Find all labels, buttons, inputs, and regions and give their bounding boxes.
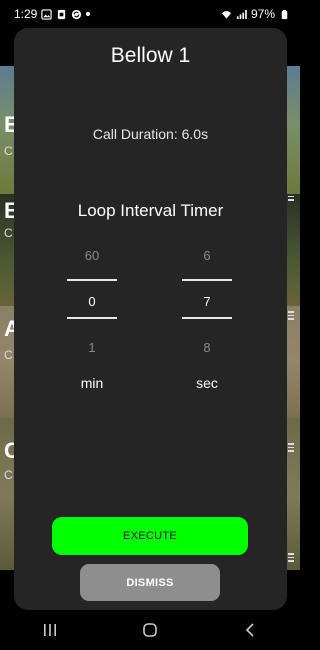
call-duration-text: Call Duration: 6.0s <box>92 126 209 142</box>
back-icon <box>245 623 254 637</box>
minutes-picker[interactable]: 60 0 1 min <box>62 238 122 428</box>
minutes-current-value[interactable]: 0 <box>62 294 122 309</box>
recent-apps-button[interactable] <box>30 615 70 645</box>
menu-icon[interactable] <box>288 443 294 453</box>
menu-icon[interactable] <box>288 553 294 563</box>
recent-apps-icon <box>44 624 56 636</box>
execute-button[interactable]: EXECUTE <box>52 517 248 555</box>
sync-icon <box>72 9 82 19</box>
seconds-prev-value[interactable]: 6 <box>177 248 237 263</box>
wifi-icon <box>221 10 232 19</box>
picker-divider <box>67 279 117 281</box>
menu-icon[interactable] <box>288 194 294 202</box>
status-time: 1:29 <box>14 7 38 21</box>
picker-divider <box>67 317 117 319</box>
list-item-subtitle: C <box>4 468 13 482</box>
seconds-unit-label: sec <box>196 375 218 391</box>
picker-divider <box>182 317 232 319</box>
battery-percent: 97% <box>250 7 275 21</box>
signal-icon <box>236 9 247 19</box>
dismiss-button[interactable]: DISMISS <box>80 564 220 601</box>
picker-divider <box>182 279 232 281</box>
home-icon <box>143 623 157 637</box>
seconds-current-value[interactable]: 7 <box>177 294 237 309</box>
minutes-unit-label: min <box>80 375 104 391</box>
home-button[interactable] <box>130 615 170 645</box>
menu-icon[interactable] <box>288 311 294 321</box>
status-left: 1:29 <box>14 7 91 21</box>
seconds-next-value[interactable]: 8 <box>177 340 237 355</box>
list-item-subtitle: C <box>4 144 13 158</box>
status-bar: 1:29 97% <box>0 0 300 28</box>
notification-dot-icon <box>86 12 91 16</box>
status-right: 97% <box>221 7 290 21</box>
screen: 1:29 97% E C E C A C C C Bellow 1 Call D… <box>0 0 300 650</box>
loop-interval-title: Loop Interval Timer <box>77 201 224 220</box>
seconds-picker[interactable]: 6 7 8 sec <box>177 238 237 428</box>
dialog-title: Bellow 1 <box>110 44 191 67</box>
loop-dialog: Bellow 1 Call Duration: 6.0s Loop Interv… <box>14 28 287 610</box>
list-item-subtitle: C <box>4 226 13 240</box>
list-item-subtitle: C <box>4 348 13 362</box>
image-icon <box>41 8 53 20</box>
battery-icon <box>281 9 288 19</box>
sim-icon <box>58 9 66 19</box>
back-button[interactable] <box>230 615 270 645</box>
navigation-bar <box>0 610 300 650</box>
minutes-next-value[interactable]: 1 <box>62 340 122 355</box>
minutes-prev-value[interactable]: 60 <box>62 248 122 263</box>
